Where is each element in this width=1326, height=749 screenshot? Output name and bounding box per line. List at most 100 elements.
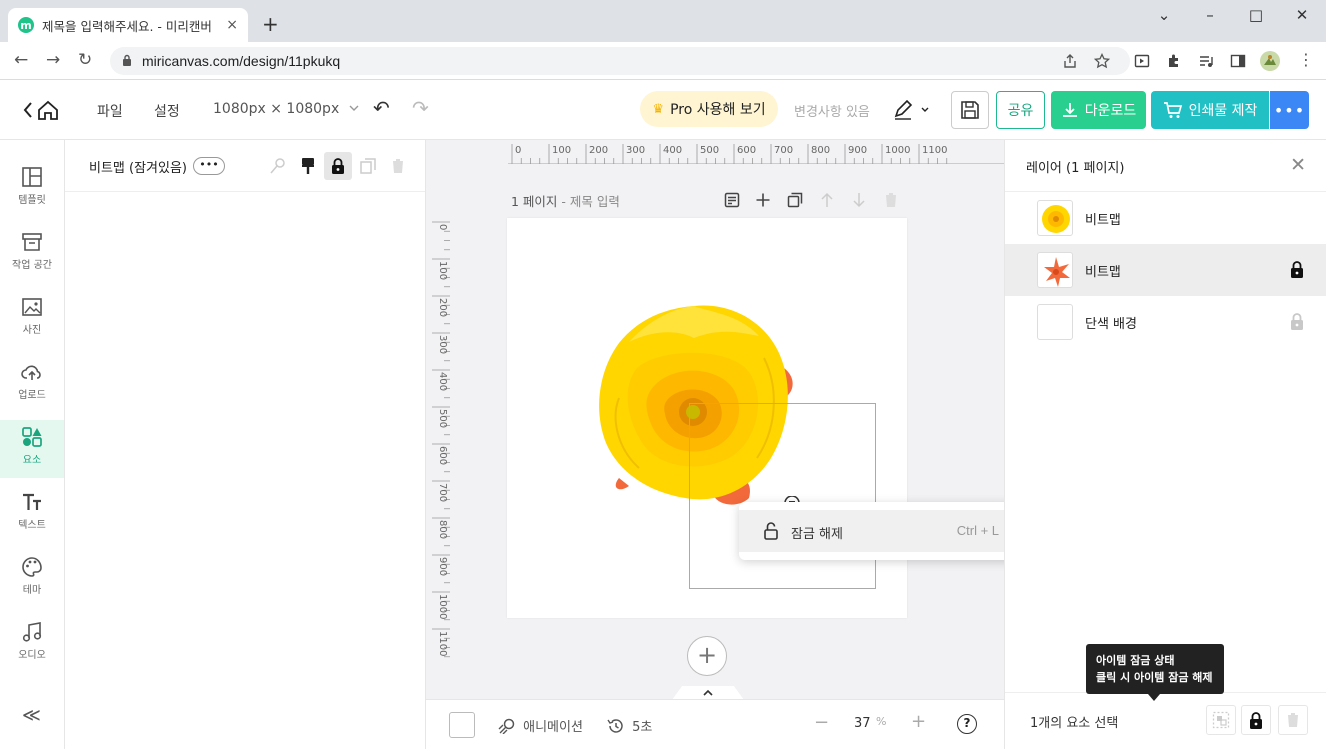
element-more-button[interactable]: ••• (193, 157, 225, 175)
lock-icon (332, 158, 344, 174)
reload-button[interactable]: ↻ (78, 50, 92, 70)
download-button[interactable]: 다운로드 (1051, 91, 1146, 129)
lock-tooltip: 아이템 잠금 상태 클릭 시 아이템 잠금 해제 (1086, 644, 1224, 694)
collapse-sidebar-button[interactable]: ≪ (22, 705, 41, 726)
print-order-button[interactable]: 인쇄물 제작 (1151, 91, 1269, 129)
floppy-save-icon (961, 101, 979, 119)
unlock-shortcut: Ctrl + L (956, 523, 999, 538)
page-notes-icon[interactable] (722, 190, 742, 210)
history-button[interactable]: 5초 (607, 716, 652, 735)
ruler-label: 300 (437, 335, 448, 354)
unlock-menu-item[interactable]: 잠금 해제 Ctrl + L (739, 510, 1023, 552)
new-tab-button[interactable]: + (262, 12, 279, 36)
trash-icon[interactable] (386, 154, 410, 178)
zoom-value[interactable]: 37 (854, 716, 871, 731)
profile-avatar[interactable] (1260, 51, 1280, 71)
sidebar-item-upload[interactable]: 업로드 (0, 355, 64, 413)
undo-button[interactable]: ↶ (373, 96, 390, 120)
sidebar-item-label: 작업 공간 (12, 260, 52, 271)
history-label: 5초 (632, 720, 653, 735)
bookmark-star-icon[interactable] (1094, 53, 1110, 69)
sidebar-item-text[interactable]: 텍스트 (0, 485, 64, 543)
redo-button[interactable]: ↷ (412, 96, 429, 120)
share-page-icon[interactable] (1062, 53, 1078, 69)
crown-icon: ♛ (652, 101, 665, 117)
ruler-label: 400 (437, 372, 448, 391)
ruler-top: 0 100 200 300 400 500 600 700 800 900 1000 1100 (508, 144, 1004, 164)
background-color-swatch[interactable] (449, 712, 475, 738)
delete-page-icon[interactable] (881, 190, 901, 210)
photo-icon (22, 298, 42, 316)
ruler-label: 300 (626, 145, 645, 156)
secure-lock-icon (123, 54, 131, 66)
file-menu[interactable]: 파일 (97, 101, 123, 121)
move-page-up-icon[interactable] (817, 190, 837, 210)
save-button[interactable] (951, 91, 989, 129)
minimize-button[interactable]: – (1198, 6, 1222, 26)
side-panel-icon[interactable] (1230, 53, 1246, 69)
expand-page-list-button[interactable] (672, 686, 744, 699)
download-icon (1062, 103, 1077, 117)
move-page-down-icon[interactable] (849, 190, 869, 210)
zoom-in-button[interactable]: + (911, 711, 926, 732)
tab-title: 제목을 입력해주세요. - 미리캔버 (42, 18, 212, 34)
ruler-label: 200 (437, 298, 448, 317)
chevron-up-icon (703, 689, 713, 696)
ruler-label: 200 (589, 145, 608, 156)
help-button[interactable]: ? (957, 714, 977, 734)
settings-menu[interactable]: 설정 (154, 101, 180, 121)
group-select-button[interactable] (1206, 705, 1236, 735)
layer-item[interactable]: 비트맵 (1005, 244, 1326, 296)
elements-shapes-icon (22, 427, 42, 447)
browser-menu-icon[interactable]: ⋮ (1298, 50, 1314, 69)
close-window-button[interactable]: ✕ (1290, 6, 1314, 26)
sidebar-item-audio[interactable]: 오디오 (0, 615, 64, 673)
tab-close-icon[interactable]: × (226, 17, 238, 33)
sidebar-item-theme[interactable]: 테마 (0, 550, 64, 608)
layer-thumbnail (1037, 304, 1073, 340)
extensions-puzzle-icon[interactable] (1166, 53, 1182, 69)
media-control-icon[interactable] (1198, 53, 1214, 69)
home-icon[interactable] (22, 100, 60, 120)
duplicate-icon[interactable] (356, 154, 380, 178)
layer-item[interactable]: 단색 배경 (1005, 296, 1326, 348)
sidebar-item-photo[interactable]: 사진 (0, 290, 64, 348)
page-title-input[interactable]: - 제목 입력 (561, 194, 619, 209)
cast-icon[interactable] (1134, 53, 1150, 69)
close-layer-panel-button[interactable]: ✕ (1290, 154, 1306, 176)
lock-icon[interactable] (1290, 313, 1304, 330)
more-options-button[interactable]: ••• (1270, 91, 1309, 129)
browser-tab[interactable]: m 제목을 입력해주세요. - 미리캔버 × (8, 8, 248, 42)
sidebar-item-label: 업로드 (18, 390, 46, 401)
animation-button[interactable]: 애니메이션 (498, 716, 583, 735)
zoom-out-button[interactable]: − (814, 712, 829, 733)
canvas-size-dropdown[interactable]: 1080px × 1080px (213, 101, 360, 117)
share-button[interactable]: 공유 (996, 91, 1045, 129)
upload-cloud-icon (21, 365, 41, 380)
magic-wand-icon[interactable] (266, 154, 290, 178)
ruler-label: 500 (700, 145, 719, 156)
footer-delete-button[interactable] (1278, 705, 1308, 735)
pro-trial-button[interactable]: ♛ Pro 사용해 보기 (640, 91, 778, 127)
address-bar[interactable]: miricanvas.com/design/11pkukq (110, 47, 1130, 75)
lock-icon[interactable] (1290, 261, 1304, 278)
page-label: 1 페이지 - 제목 입력 (511, 191, 620, 210)
layer-name: 단색 배경 (1085, 317, 1137, 332)
canvas-area: 0 100 200 300 400 500 600 700 800 900 1000 1100 0 10… (426, 140, 1004, 699)
add-page-button[interactable]: + (687, 636, 727, 676)
format-paint-icon[interactable] (296, 154, 320, 178)
lock-toggle-button[interactable] (324, 152, 352, 180)
duplicate-page-icon[interactable] (785, 190, 805, 210)
maximize-button[interactable]: □ (1244, 6, 1268, 26)
layer-item[interactable]: 비트맵 (1005, 192, 1326, 244)
sidebar-item-elements[interactable]: 요소 (0, 420, 64, 478)
tab-search-icon[interactable]: ⌄ (1152, 6, 1176, 26)
pen-draw-icon[interactable] (892, 99, 932, 121)
ruler-label: 700 (774, 145, 793, 156)
forward-button[interactable]: → (46, 50, 60, 70)
sidebar-item-template[interactable]: 템플릿 (0, 160, 64, 218)
sidebar-item-workspace[interactable]: 작업 공간 (0, 225, 64, 283)
back-button[interactable]: ← (14, 50, 28, 70)
add-page-icon[interactable] (753, 190, 773, 210)
footer-lock-button[interactable] (1241, 705, 1271, 735)
